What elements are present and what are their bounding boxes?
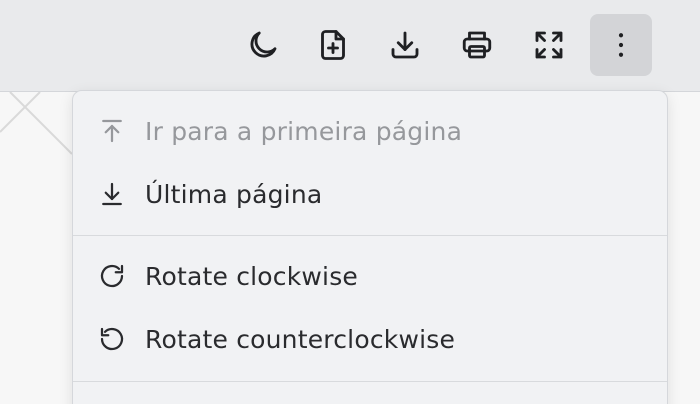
menu-divider (73, 235, 667, 236)
menu-item-last-page[interactable]: Última página (73, 164, 667, 224)
menu-divider (73, 381, 667, 382)
toolbar (0, 0, 700, 92)
menu-item-label: Rotate clockwise (145, 261, 359, 291)
download-button[interactable] (374, 14, 436, 76)
rotate-ccw-icon (97, 324, 127, 354)
menu-item-label: Ir para a primeira página (145, 116, 463, 146)
menu-item-rotate-counterclockwise[interactable]: Rotate counterclockwise (73, 309, 667, 369)
print-button[interactable] (446, 14, 508, 76)
printer-icon (462, 31, 492, 59)
more-vertical-icon (618, 33, 624, 57)
theme-toggle-button[interactable] (232, 14, 294, 76)
arrow-down-to-line-icon (97, 179, 127, 209)
moon-icon (250, 31, 277, 58)
open-file-button[interactable] (302, 14, 364, 76)
file-plus-icon (321, 30, 345, 60)
fullscreen-button[interactable] (518, 14, 580, 76)
more-options-menu: Ir para a primeira página Última página … (72, 90, 668, 404)
menu-item-first-page[interactable]: Ir para a primeira página (73, 101, 667, 161)
menu-item-label: Rotate counterclockwise (145, 324, 456, 354)
more-options-button[interactable] (590, 14, 652, 76)
arrow-up-to-line-icon (97, 116, 127, 146)
download-icon (391, 31, 419, 59)
menu-item-rotate-clockwise[interactable]: Rotate clockwise (73, 246, 667, 306)
pdf-viewer: Ir para a primeira página Última página … (0, 0, 700, 404)
rotate-cw-icon (97, 261, 127, 291)
fullscreen-icon (535, 31, 563, 59)
menu-item-label: Última página (145, 179, 323, 209)
